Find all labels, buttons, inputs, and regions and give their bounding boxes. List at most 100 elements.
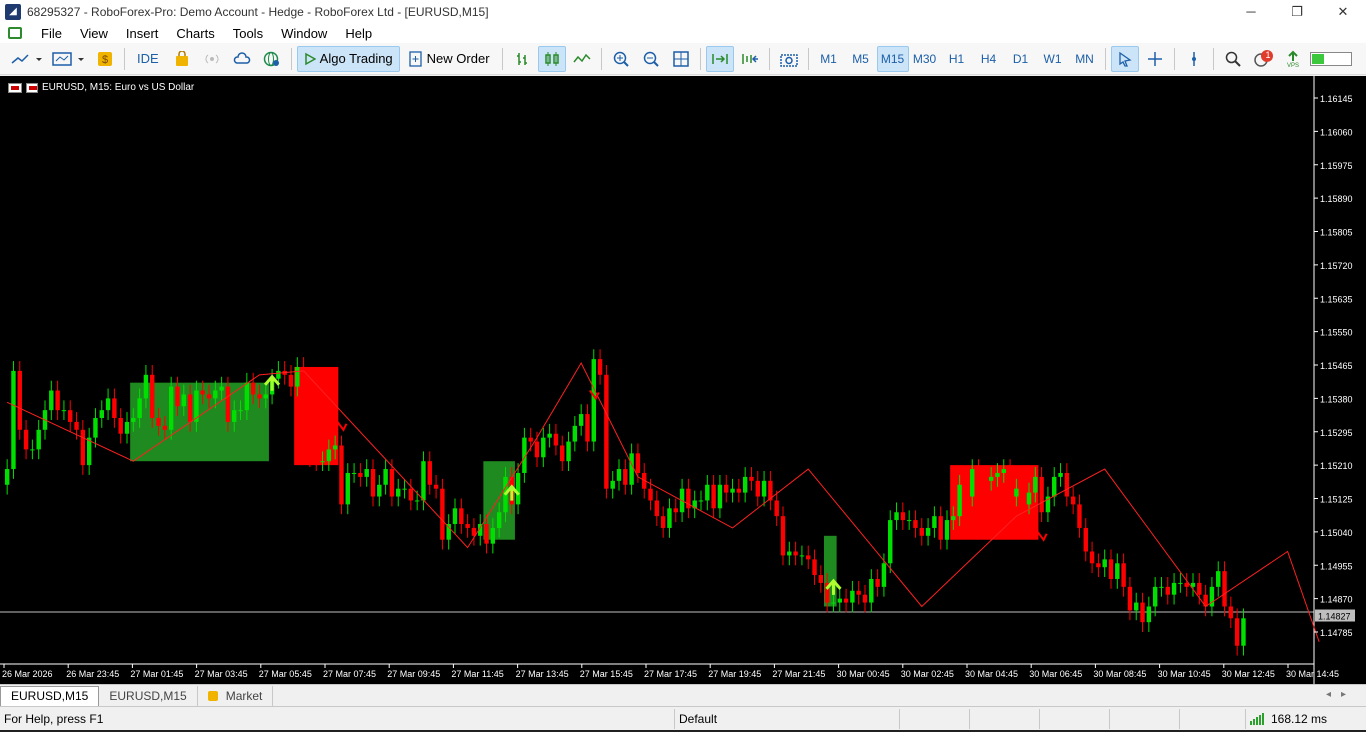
menu-file[interactable]: File [32,26,71,41]
crosshair-button[interactable] [1141,46,1169,72]
candle-body [673,508,678,513]
menu-charts[interactable]: Charts [167,26,223,41]
ide-button[interactable]: IDE [130,46,166,72]
signals-button[interactable] [198,46,226,72]
notifications-button[interactable]: 1 [1249,46,1277,72]
search-button[interactable] [1219,46,1247,72]
candle-body [288,374,294,387]
menu-help[interactable]: Help [336,26,381,41]
candle-body [427,461,432,485]
candle-body [175,386,180,407]
close-button[interactable]: ✕ [1320,0,1366,23]
candle-body [547,433,552,438]
candle-body [944,520,950,540]
candle-body [459,508,464,525]
autoscroll-button[interactable] [705,45,734,72]
candlestick-button[interactable] [537,45,566,72]
candlestick-icon [544,51,559,66]
candle-body [162,425,168,430]
candle-body [200,390,205,395]
chart-area[interactable]: 1.16145 1.16060 1.15975 1.15890 1.15805 1.157… [0,76,1366,684]
timeframe-w1[interactable]: W1 [1037,46,1069,72]
timeframe-d1[interactable]: D1 [1005,46,1037,72]
chart-shift-button[interactable] [736,46,764,72]
screenshot-button[interactable] [775,46,803,72]
price-tick-label: 1.15465 [1320,361,1353,371]
line-chart-button[interactable] [568,46,596,72]
menu-insert[interactable]: Insert [117,26,168,41]
title-bar: ◢ 68295327 - RoboForex-Pro: Demo Account… [0,0,1366,23]
signal-strength-button[interactable]: VPS [1279,46,1307,72]
menu-tools[interactable]: Tools [224,26,272,41]
candle-body [951,516,956,521]
time-tick-label: 27 Mar 11:45 [451,669,503,679]
market-button[interactable] [168,46,196,72]
candle-body [970,469,975,497]
tab-eurusd-m15-2[interactable]: EURUSD,M15 [99,685,198,706]
template-dropdown[interactable] [49,46,89,72]
zoom-out-button[interactable] [637,46,665,72]
vertical-line-button[interactable] [1180,46,1208,72]
candle-body [1039,476,1044,513]
candle-body [1077,504,1082,528]
candle-body [604,374,609,489]
bar-chart-icon [516,52,527,65]
timeframe-m5[interactable]: M5 [845,46,877,72]
timeframe-m30[interactable]: M30 [909,46,941,72]
candle-body [534,441,540,458]
cursor-button[interactable] [1110,45,1139,72]
timeframe-h1[interactable]: H1 [941,46,973,72]
signal-bars-icon [1250,712,1265,725]
candle-body [1108,559,1114,579]
timeframe-m15[interactable]: M15 [876,45,909,72]
candle-body [244,382,250,411]
timeframe-m1[interactable]: M1 [813,46,845,72]
menu-window[interactable]: Window [272,26,336,41]
candle-body [843,598,849,603]
tab-eurusd-m15-1[interactable]: EURUSD,M15 [0,685,100,706]
candle-body [635,453,641,473]
candle-body [869,578,874,603]
vps-button[interactable] [228,46,256,72]
candle-body [181,394,186,407]
candle-body [1190,582,1196,587]
candle-body [806,555,811,560]
tab-market[interactable]: Market [198,685,274,706]
dollar-icon: $ [98,51,112,66]
candle-body [1052,476,1057,497]
candle-body [553,433,559,446]
dollar-button[interactable]: $ [91,46,119,72]
bar-chart-button[interactable] [508,46,536,72]
price-chart[interactable]: 1.16145 1.16060 1.15975 1.15890 1.15805 1.157… [0,76,1366,684]
candle-body [1070,496,1076,505]
restore-button[interactable]: ❐ [1274,0,1320,23]
autoscroll-icon [711,53,728,64]
timeframe-mn[interactable]: MN [1069,46,1101,72]
candle-body [862,594,868,603]
candle-body [1064,472,1070,497]
menu-view[interactable]: View [71,26,117,41]
minimize-button[interactable]: ─ [1228,0,1274,23]
zoom-in-button[interactable] [607,46,635,72]
web-button[interactable] [258,46,286,72]
algo-trading-button[interactable]: Algo Trading [296,45,400,72]
timeframe-h4[interactable]: H4 [973,46,1005,72]
status-cell-empty-2 [970,708,1040,729]
new-order-button[interactable]: New Order [402,46,497,72]
candle-body [1216,571,1221,587]
candle-body [446,524,451,540]
time-tick-label: 27 Mar 17:45 [644,669,697,679]
chart-type-dropdown[interactable] [7,46,47,72]
chart-menu-icon[interactable] [8,27,22,39]
tab-scroll-arrows[interactable]: ◂▸ [1326,689,1356,700]
vertical-line-icon [1191,51,1196,66]
candle-body [724,484,729,493]
candle-body [49,390,54,411]
candle-body [995,472,1000,477]
status-ping[interactable]: 168.12 ms [1246,709,1366,729]
tile-windows-button[interactable] [667,46,695,72]
candle-body [433,484,439,489]
candle-body [339,445,344,505]
candle-body [1152,586,1158,607]
svg-text:VPS: VPS [1287,63,1299,68]
